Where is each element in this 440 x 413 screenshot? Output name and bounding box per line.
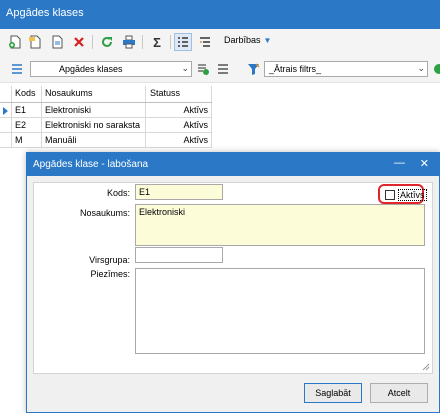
column-header-statuss[interactable]: Statuss bbox=[146, 86, 212, 102]
filter-bar: Apgādes klases ⌄ _Ātrais filtrs_ ⌄ bbox=[0, 55, 440, 83]
cell-kods: M bbox=[12, 133, 42, 147]
dialog-form: Kods: E1 Aktīvs Nosaukums: Elektroniski … bbox=[33, 182, 433, 374]
close-icon[interactable]: ✕ bbox=[420, 157, 429, 170]
actions-menu[interactable]: Darbības ▼ bbox=[224, 35, 271, 45]
nosaukums-field[interactable]: Elektroniski bbox=[135, 204, 425, 246]
cell-kods: E2 bbox=[12, 118, 42, 132]
add-filter-icon[interactable] bbox=[430, 60, 440, 78]
chevron-down-icon: ▼ bbox=[263, 36, 272, 45]
view-select-value: Apgādes klases bbox=[59, 64, 123, 74]
cell-kods: E1 bbox=[12, 103, 42, 117]
add-view-icon[interactable] bbox=[194, 60, 212, 78]
cell-nosaukums: Elektroniski no saraksta bbox=[42, 118, 146, 132]
data-grid: Kods Nosaukums Statuss E1 Elektroniski A… bbox=[0, 86, 212, 148]
column-header-kods[interactable]: Kods bbox=[12, 86, 42, 102]
resize-grip-icon[interactable] bbox=[422, 363, 430, 371]
table-row[interactable]: E1 Elektroniski Aktīvs bbox=[0, 103, 212, 118]
active-checkbox-label[interactable]: Aktīvs bbox=[398, 189, 427, 201]
save-button[interactable]: Saglabāt bbox=[304, 383, 362, 403]
grid-header: Kods Nosaukums Statuss bbox=[0, 86, 212, 103]
kods-label: Kods: bbox=[106, 188, 130, 198]
cell-statuss: Aktīvs bbox=[146, 133, 212, 147]
active-checkbox[interactable] bbox=[385, 190, 395, 200]
edit-dialog: Apgādes klase - labošana — ✕ Kods: E1 Ak… bbox=[26, 152, 440, 413]
tree-view-icon[interactable] bbox=[196, 33, 214, 51]
list-view-icon[interactable] bbox=[174, 33, 192, 51]
window-title: Apgādes klases bbox=[6, 7, 84, 19]
view-list-icon[interactable] bbox=[8, 60, 26, 78]
dialog-title: Apgādes klase - labošana bbox=[33, 159, 149, 170]
sum-icon[interactable]: Σ bbox=[148, 33, 166, 51]
toolbar: Σ Darbības ▼ bbox=[0, 29, 440, 55]
active-checkbox-highlight: Aktīvs bbox=[378, 184, 427, 204]
filter-icon[interactable] bbox=[244, 60, 262, 78]
copy-icon[interactable] bbox=[48, 33, 66, 51]
delete-icon[interactable] bbox=[70, 33, 88, 51]
print-icon[interactable] bbox=[120, 33, 138, 51]
nosaukums-label: Nosaukums: bbox=[79, 208, 130, 218]
quick-filter-select[interactable]: _Ātrais filtrs_ ⌄ bbox=[264, 61, 428, 77]
cancel-button[interactable]: Atcelt bbox=[370, 383, 428, 403]
row-indicator bbox=[0, 103, 12, 117]
minimize-icon[interactable]: — bbox=[394, 157, 405, 169]
new-doc-icon[interactable] bbox=[6, 33, 24, 51]
actions-menu-label: Darbības bbox=[224, 35, 261, 45]
cell-statuss: Aktīvs bbox=[146, 118, 212, 132]
column-header-nosaukums[interactable]: Nosaukums bbox=[42, 86, 146, 102]
view-select[interactable]: Apgādes klases ⌄ bbox=[30, 61, 192, 77]
cell-statuss: Aktīvs bbox=[146, 103, 212, 117]
cell-nosaukums: Manuāli bbox=[42, 133, 146, 147]
refresh-icon[interactable] bbox=[98, 33, 116, 51]
table-row[interactable]: M Manuāli Aktīvs bbox=[0, 133, 212, 148]
table-row[interactable]: E2 Elektroniski no saraksta Aktīvs bbox=[0, 118, 212, 133]
dialog-title-bar: Apgādes klase - labošana — ✕ bbox=[27, 153, 439, 176]
window-title-bar: Apgādes klases bbox=[0, 0, 440, 29]
quick-filter-value: _Ātrais filtrs_ bbox=[269, 64, 322, 74]
kods-field[interactable]: E1 bbox=[135, 184, 223, 200]
piezimes-field[interactable] bbox=[135, 268, 425, 354]
new-folder-icon[interactable] bbox=[26, 33, 44, 51]
virsgrupa-label: Virsgrupa: bbox=[89, 255, 130, 265]
virsgrupa-field[interactable] bbox=[135, 247, 223, 263]
columns-icon[interactable] bbox=[214, 60, 232, 78]
cell-nosaukums: Elektroniski bbox=[42, 103, 146, 117]
chevron-down-icon: ⌄ bbox=[417, 63, 425, 73]
piezimes-label: Piezīmes: bbox=[90, 269, 130, 279]
chevron-down-icon: ⌄ bbox=[181, 63, 189, 73]
